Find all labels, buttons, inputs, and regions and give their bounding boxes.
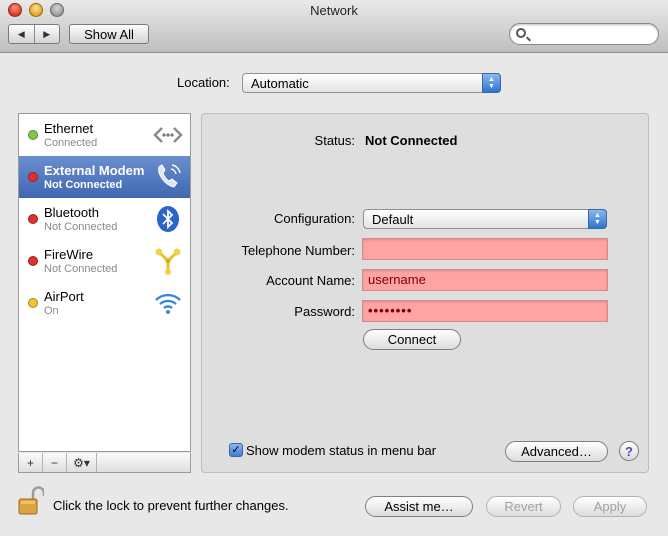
gear-menu-button[interactable]: ⚙▾ bbox=[67, 453, 97, 472]
service-status: Not Connected bbox=[44, 221, 118, 233]
show-modem-status-checkbox[interactable]: ✓ bbox=[229, 443, 243, 457]
search-icon bbox=[516, 28, 526, 38]
popup-arrows-icon: ▲ ▼ bbox=[482, 73, 501, 93]
status-dot-yellow bbox=[28, 298, 38, 308]
forward-button[interactable]: ▶ bbox=[33, 25, 60, 43]
location-label: Location: bbox=[177, 75, 230, 90]
assist-me-button[interactable]: Assist me… bbox=[365, 496, 473, 517]
search-field[interactable] bbox=[509, 23, 659, 45]
password-field[interactable]: •••••••• bbox=[362, 300, 608, 322]
search-input[interactable] bbox=[532, 26, 652, 42]
service-name: FireWire bbox=[44, 247, 94, 262]
service-name: AirPort bbox=[44, 289, 84, 304]
add-service-button[interactable]: + bbox=[19, 453, 43, 472]
list-controls: + − ⚙▾ bbox=[18, 453, 191, 473]
service-status: Not Connected bbox=[44, 263, 118, 275]
show-all-button[interactable]: Show All bbox=[69, 24, 149, 44]
service-status: Not Connected bbox=[44, 179, 123, 191]
status-value: Not Connected bbox=[365, 133, 458, 148]
status-dot-red bbox=[28, 256, 38, 266]
show-modem-status-label: Show modem status in menu bar bbox=[246, 443, 437, 458]
nav-buttons: ◀ ▶ bbox=[8, 24, 60, 44]
status-label: Status: bbox=[314, 133, 355, 148]
service-name: Bluetooth bbox=[44, 205, 99, 220]
telephone-number-field[interactable] bbox=[362, 238, 608, 260]
account-name-field[interactable]: username bbox=[362, 269, 608, 291]
advanced-button[interactable]: Advanced… bbox=[505, 441, 608, 462]
location-value: Automatic bbox=[251, 75, 309, 91]
status-dot-red bbox=[28, 172, 38, 182]
apply-button[interactable]: Apply bbox=[573, 496, 647, 517]
configuration-label: Configuration: bbox=[274, 211, 355, 226]
popup-arrows-icon: ▲ ▼ bbox=[588, 209, 607, 229]
telephone-label: Telephone Number: bbox=[241, 243, 355, 258]
back-button[interactable]: ◀ bbox=[9, 25, 34, 43]
toolbar: Network ◀ ▶ Show All bbox=[0, 0, 668, 53]
lock-icon[interactable] bbox=[18, 486, 46, 516]
revert-button[interactable]: Revert bbox=[486, 496, 561, 517]
service-status: Connected bbox=[44, 137, 98, 149]
service-item-external-modem[interactable]: External Modem Not Connected bbox=[19, 156, 190, 198]
configuration-value: Default bbox=[372, 211, 414, 227]
service-status: On bbox=[44, 305, 59, 317]
phone-icon bbox=[152, 162, 184, 192]
help-button[interactable]: ? bbox=[619, 441, 639, 461]
service-name: Ethernet bbox=[44, 121, 94, 136]
remove-service-button[interactable]: − bbox=[43, 453, 67, 472]
status-dot-red bbox=[28, 214, 38, 224]
service-name: External Modem bbox=[44, 163, 145, 178]
password-label: Password: bbox=[294, 304, 355, 319]
connect-button[interactable]: Connect bbox=[363, 329, 461, 350]
account-name-label: Account Name: bbox=[266, 273, 355, 288]
lock-message: Click the lock to prevent further change… bbox=[53, 498, 289, 513]
location-popup[interactable]: Automatic ▲ ▼ bbox=[242, 73, 501, 93]
configuration-popup[interactable]: Default ▲ ▼ bbox=[363, 209, 607, 229]
window-title: Network bbox=[310, 3, 358, 18]
detail-pane bbox=[201, 113, 649, 473]
status-dot-green bbox=[28, 130, 38, 140]
